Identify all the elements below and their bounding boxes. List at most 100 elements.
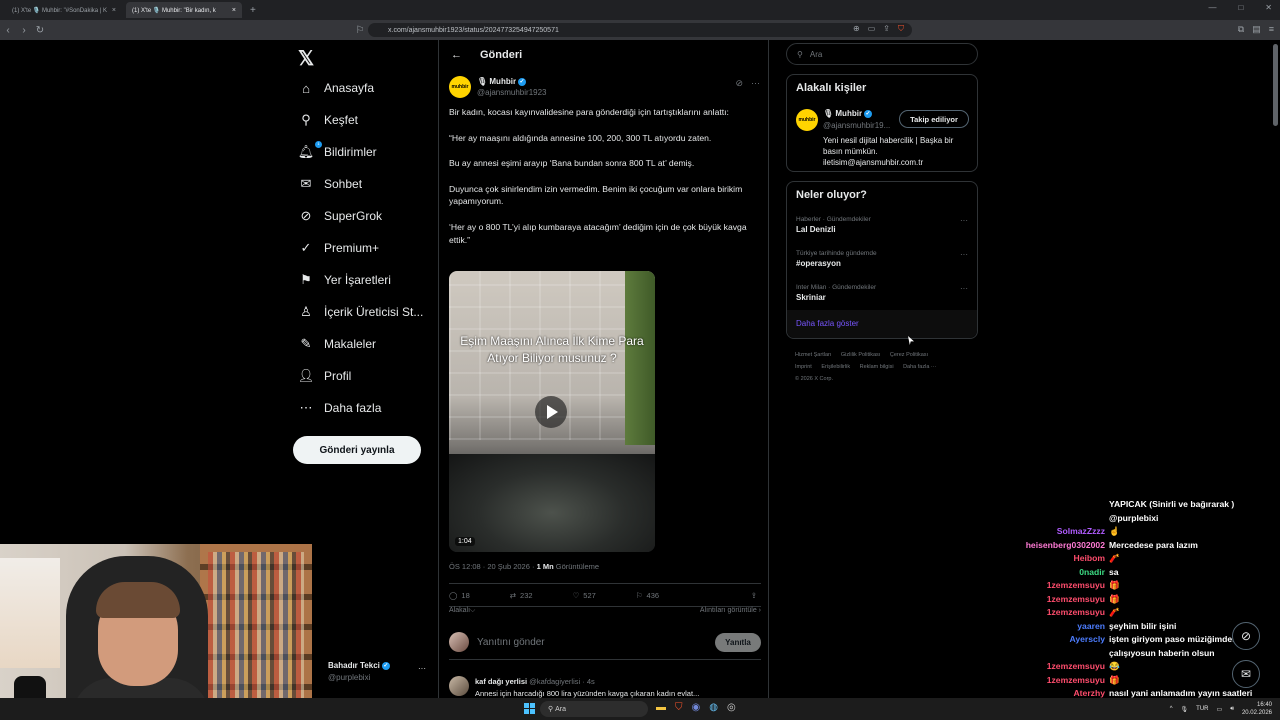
related-dropdown[interactable]: Alakalı⌵ [449, 607, 475, 614]
browser-tab[interactable]: (1) X'te 🎙️ Muhbir: "#SonDakika | K × [6, 2, 122, 18]
trends-card: Neler oluyor? Haberler · Gündemdekiler La… [786, 181, 978, 339]
trend-item[interactable]: Haberler · Gündemdekiler Lal Denizli ··· [796, 216, 968, 234]
nav-item-bookmarks[interactable]: ⚑ Yer İşaretleri [298, 266, 391, 294]
more-options-icon[interactable]: ··· [960, 284, 968, 293]
author-handle[interactable]: @ajansmuhbir1923 [477, 88, 547, 97]
page-scrollbar[interactable] [1273, 44, 1278, 126]
grok-explain-icon[interactable]: ⊘ [735, 78, 743, 89]
network-icon[interactable]: ▭ [1217, 706, 1223, 713]
windows-start-icon[interactable] [524, 703, 535, 714]
nav-item-premium[interactable]: ✓ Premium+ [298, 234, 379, 262]
footer-link[interactable]: Imprint [795, 364, 812, 370]
reply-input[interactable]: Yanıtını gönder [477, 637, 545, 648]
related-row: Alakalı⌵ Alıntıları görüntüle › [449, 607, 761, 615]
browser-tab-active[interactable]: (1) X'te 🎙️ Muhbir: "Bir kadın, k × [126, 2, 242, 18]
maximize-icon[interactable]: □ [1238, 3, 1243, 12]
nav-item-chat[interactable]: ✉ Sohbet [298, 170, 363, 198]
taskbar-search[interactable]: ⚲ Ara [540, 701, 648, 717]
trend-item[interactable]: Inter Milan · Gündemdekiler Skriniar ··· [796, 284, 968, 302]
search-input[interactable]: ⚲ Ara [786, 43, 978, 65]
like-button[interactable]: ♡ 527 [573, 591, 596, 600]
chat-message: Heibom 🧨 [960, 552, 1260, 566]
nav-item-explore[interactable]: ⚲ Keşfet [298, 106, 358, 134]
person-name[interactable]: 🎙︎ Muhbir ✓ [823, 109, 873, 118]
clock[interactable]: 16:40 20.02.2026 [1242, 701, 1272, 717]
back-arrow-icon[interactable]: ← [451, 49, 462, 61]
nav-item-supergrok[interactable]: ⊘ SuperGrok [298, 202, 382, 230]
person-avatar[interactable]: muhbir [796, 109, 818, 131]
microphone-icon[interactable]: 🎙︎ [1181, 706, 1189, 713]
reply-author-handle: @kafdagiyerlisi · 4s [529, 677, 595, 686]
url-input[interactable]: x.com/ajansmuhbir1923/status/20247732549… [368, 23, 912, 37]
minimize-icon[interactable]: — [1208, 3, 1216, 12]
author-avatar[interactable]: muhbir [449, 76, 471, 98]
nav-item-creator-studio[interactable]: ♙ İçerik Üreticisi St... [298, 298, 423, 326]
brave-browser-icon[interactable]: ⛉ [675, 702, 683, 713]
nav-item-articles[interactable]: ✎ Makaleler [298, 330, 376, 358]
play-icon[interactable] [535, 396, 567, 428]
close-window-icon[interactable]: ✕ [1265, 3, 1272, 12]
reply-button[interactable]: ◯ 18 [449, 591, 470, 600]
more-options-icon[interactable]: ··· [960, 250, 968, 259]
menu-icon[interactable]: ≡ [1269, 24, 1274, 35]
show-more-link[interactable]: Daha fazla göster [787, 310, 977, 338]
bookmark-page-icon[interactable]: ⚐ [352, 25, 368, 36]
messages-fab-icon[interactable]: ✉ [1232, 660, 1260, 688]
nav-item-profile[interactable]: 👤︎ Profil [298, 362, 352, 390]
more-options-icon[interactable]: ··· [960, 216, 968, 225]
following-button[interactable]: Takip ediliyor [899, 110, 969, 128]
grok-fab-icon[interactable]: ⊘ [1232, 622, 1260, 650]
more-options-icon[interactable]: ··· [418, 664, 426, 673]
taskbar-apps: ▬ ⛉ ◉ ◍ ◎ [656, 702, 736, 713]
reload-icon[interactable]: ↻ [32, 25, 48, 36]
tab-close-icon[interactable]: × [112, 7, 116, 14]
engagement-bar: ◯ 18 ⇄ 232 ♡ 527 ⚐ 436 ⇪ [449, 583, 761, 607]
nav-item-more[interactable]: ⋯ Daha fazla [298, 394, 382, 422]
bookmark-button[interactable]: ⚐ 436 [636, 591, 659, 600]
forward-icon[interactable]: › [16, 25, 32, 36]
footer-link[interactable]: Daha fazla ··· [903, 364, 936, 370]
author-name[interactable]: 🎙︎ Muhbir ✓ [477, 77, 527, 86]
chat-user: heisenberg0302002 [1025, 539, 1105, 550]
new-tab-icon[interactable]: + [250, 5, 256, 16]
brave-shield-icon[interactable]: ⛉ [898, 24, 904, 34]
obs-icon[interactable]: ◎ [727, 702, 736, 713]
reply-submit-button[interactable]: Yanıtla [715, 633, 761, 652]
reply-author-avatar[interactable] [449, 676, 469, 696]
view-quotes-link[interactable]: Alıntıları görüntüle › [700, 607, 761, 614]
page-title: Gönderi [480, 49, 523, 61]
nav-item-notifications[interactable]: 🔔︎ 1 Bildirimler [298, 138, 377, 166]
post-button[interactable]: Gönderi yayınla [293, 436, 421, 464]
account-switcher[interactable]: Bahadır Tekci ✓ @purplebixi ··· [312, 656, 438, 686]
nav-item-home[interactable]: ⌂ Anasayfa [298, 74, 374, 102]
chat-user: yaaren [1077, 620, 1105, 631]
repost-button[interactable]: ⇄ 232 [510, 591, 533, 600]
back-icon[interactable]: ‹ [0, 25, 16, 36]
cast-icon[interactable]: ▭ [868, 24, 876, 34]
volume-icon[interactable]: 🔊︎ [1230, 706, 1234, 713]
x-logo-icon[interactable]: 𝕏 [298, 46, 314, 71]
discord-icon[interactable]: ◉ [692, 702, 701, 713]
reply-author-name[interactable]: kaf dağı yerlisi [475, 677, 527, 686]
sidebar-icon[interactable]: ▤ [1252, 24, 1261, 35]
steam-icon[interactable]: ◍ [709, 702, 718, 713]
file-explorer-icon[interactable]: ▬ [656, 702, 666, 713]
more-options-icon[interactable]: ··· [751, 78, 760, 89]
footer-link[interactable]: Erişilebilirlik [821, 364, 850, 370]
share-icon[interactable]: ⇪ [751, 591, 757, 600]
footer-link[interactable]: Gizlilik Politikası [841, 352, 880, 358]
footer-link[interactable]: Çerez Politikası [890, 352, 928, 358]
chevron-up-icon[interactable]: ^ [1170, 706, 1173, 712]
taskbar-search-label: Ara [555, 705, 566, 713]
extensions-icon[interactable]: ⧉ [1238, 24, 1244, 35]
zoom-icon[interactable]: ⊕ [853, 24, 860, 34]
trend-item[interactable]: Türkiye tarihinde gündemde #operasyon ··· [796, 250, 968, 268]
trend-name: Lal Denizli [796, 225, 836, 234]
footer-link[interactable]: Hizmet Şartları [795, 352, 831, 358]
share-icon[interactable]: ⇪ [883, 24, 890, 34]
footer-link[interactable]: Reklam bilgisi [860, 364, 894, 370]
language-indicator[interactable]: TUR [1196, 706, 1208, 712]
post-video[interactable]: Eşim Maaşını Alınca İlk Kime Para Atıyor… [449, 271, 655, 552]
tab-close-icon[interactable]: × [232, 7, 236, 14]
post-timestamp[interactable]: ÖS 12:08 · 20 Şub 2026 · [449, 562, 537, 571]
